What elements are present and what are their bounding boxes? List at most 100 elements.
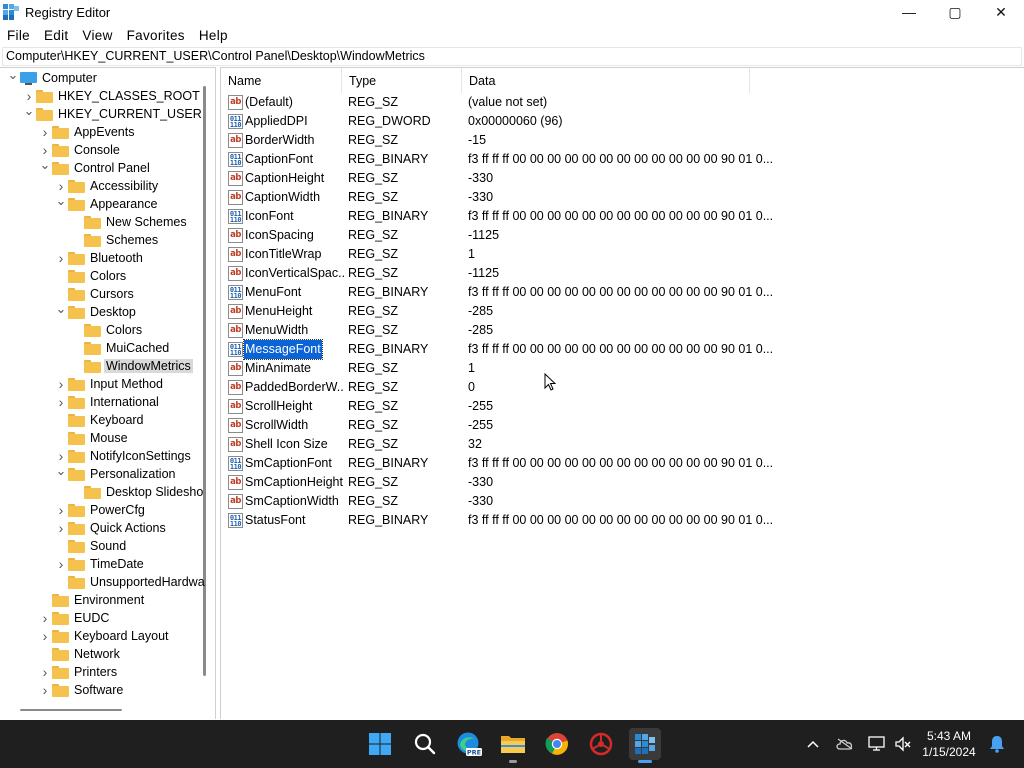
tree-item[interactable]: › HKEY_CLASSES_ROOT xyxy=(22,87,200,105)
value-row[interactable]: 011 110 StatusFont REG_BINARY f3 ff ff ff 00… xyxy=(221,511,1024,530)
chevron-right-icon[interactable]: › xyxy=(38,681,52,699)
value-row[interactable]: ab MinAnimate REG_SZ 1 xyxy=(221,359,1024,378)
value-row[interactable]: ab (Default) REG_SZ (value not set) xyxy=(221,93,1024,112)
value-row[interactable]: ab CaptionWidth REG_SZ -330 xyxy=(221,188,1024,207)
value-row[interactable]: ab CaptionHeight REG_SZ -330 xyxy=(221,169,1024,188)
chevron-down-icon[interactable]: ⌄ xyxy=(22,102,36,120)
value-row[interactable]: ab IconVerticalSpac... REG_SZ -1125 xyxy=(221,264,1024,283)
tree-item[interactable]: Network xyxy=(38,645,120,663)
value-row[interactable]: ab MenuHeight REG_SZ -285 xyxy=(221,302,1024,321)
chevron-right-icon[interactable]: › xyxy=(38,627,52,645)
value-row[interactable]: 011 110 SmCaptionFont REG_BINARY f3 ff ff ff… xyxy=(221,454,1024,473)
tree-item[interactable]: Colors xyxy=(70,321,142,339)
value-row[interactable]: 011 110 AppliedDPI REG_DWORD 0x00000060 (96) xyxy=(221,112,1024,131)
tree-item[interactable]: › Software xyxy=(38,681,124,699)
value-row[interactable]: ab ScrollWidth REG_SZ -255 xyxy=(221,416,1024,435)
close-button[interactable]: ✕ xyxy=(978,0,1024,24)
tree-item[interactable]: ⌄ Personalization xyxy=(54,462,176,483)
tree-horizontal-scrollbar[interactable] xyxy=(20,709,122,711)
column-header-name[interactable]: Name xyxy=(221,68,342,93)
edge-pre-icon[interactable]: PRE xyxy=(453,728,485,760)
tree-item[interactable]: Colors xyxy=(54,267,126,285)
tree-item[interactable]: Keyboard xyxy=(54,411,144,429)
chevron-down-icon[interactable]: ⌄ xyxy=(38,156,52,174)
tree-item[interactable]: › EUDC xyxy=(38,609,110,627)
address-bar[interactable]: Computer\HKEY_CURRENT_USER\Control Panel… xyxy=(2,47,1022,66)
chevron-down-icon[interactable]: ⌄ xyxy=(54,300,68,318)
chevron-right-icon[interactable]: › xyxy=(54,519,68,537)
chevron-down-icon[interactable]: ⌄ xyxy=(54,192,68,210)
tree-item[interactable]: ⌄ Control Panel xyxy=(38,156,150,177)
notification-bell-icon[interactable] xyxy=(986,720,1008,768)
chevron-right-icon[interactable]: › xyxy=(54,555,68,573)
tree-item[interactable]: Sound xyxy=(54,537,126,555)
tree-item[interactable]: › Accessibility xyxy=(54,177,158,195)
tree-item[interactable]: ⌄ Desktop xyxy=(54,300,136,321)
column-header-data[interactable]: Data xyxy=(462,68,750,93)
tree-item[interactable]: › TimeDate xyxy=(54,555,144,573)
tree-item[interactable]: UnsupportedHardwa xyxy=(54,573,205,591)
tree-item[interactable]: › Keyboard Layout xyxy=(38,627,169,645)
file-explorer-icon[interactable] xyxy=(497,728,529,763)
chevron-right-icon[interactable]: › xyxy=(54,501,68,519)
chevron-right-icon[interactable]: › xyxy=(38,609,52,627)
value-row[interactable]: 011 110 IconFont REG_BINARY f3 ff ff ff 00 0… xyxy=(221,207,1024,226)
chevron-right-icon[interactable]: › xyxy=(54,393,68,411)
tree-item[interactable]: › International xyxy=(54,393,159,411)
chrome-icon[interactable] xyxy=(541,728,573,760)
value-row[interactable]: 011 110 CaptionFont REG_BINARY f3 ff ff ff 0… xyxy=(221,150,1024,169)
value-row[interactable]: ab IconSpacing REG_SZ -1125 xyxy=(221,226,1024,245)
tree-item[interactable]: Desktop Slidesho xyxy=(70,483,203,501)
tree-item[interactable]: WindowMetrics xyxy=(70,357,193,375)
value-row[interactable]: ab PaddedBorderW... REG_SZ 0 xyxy=(221,378,1024,397)
menu-file[interactable]: File xyxy=(0,28,37,43)
value-row[interactable]: 011 110 MenuFont REG_BINARY f3 ff ff ff 00 0… xyxy=(221,283,1024,302)
tree-item[interactable]: ⌄ Computer xyxy=(6,68,97,87)
menu-edit[interactable]: Edit xyxy=(37,28,75,43)
menu-favorites[interactable]: Favorites xyxy=(120,28,192,43)
search-icon[interactable] xyxy=(409,728,441,760)
cloud-icon[interactable] xyxy=(834,720,856,768)
minimize-button[interactable]: — xyxy=(886,0,932,24)
value-row[interactable]: ab IconTitleWrap REG_SZ 1 xyxy=(221,245,1024,264)
registry-editor-taskbar-icon[interactable] xyxy=(629,728,661,763)
tree-item[interactable]: › Input Method xyxy=(54,375,163,393)
maximize-button[interactable]: ▢ xyxy=(932,0,978,24)
tree-item[interactable]: › Quick Actions xyxy=(54,519,166,537)
value-row[interactable]: 011 110 MessageFont REG_BINARY f3 ff ff ff 0… xyxy=(221,339,1024,360)
tree-item[interactable]: Mouse xyxy=(54,429,128,447)
tree-item[interactable]: ⌄ Appearance xyxy=(54,192,158,213)
tree-item[interactable]: › AppEvents xyxy=(38,123,135,141)
davinci-resolve-icon[interactable] xyxy=(585,728,617,760)
chevron-down-icon[interactable]: ⌄ xyxy=(54,462,68,480)
value-row[interactable]: ab Shell Icon Size REG_SZ 32 xyxy=(221,435,1024,454)
tree-item[interactable]: › Bluetooth xyxy=(54,249,143,267)
column-header-type[interactable]: Type xyxy=(342,68,462,93)
tree-item[interactable]: Environment xyxy=(38,591,144,609)
tree-item[interactable]: New Schemes xyxy=(70,213,187,231)
chevron-right-icon[interactable]: › xyxy=(54,249,68,267)
menu-help[interactable]: Help xyxy=(192,28,235,43)
chevron-right-icon[interactable]: › xyxy=(54,375,68,393)
chevron-up-icon[interactable] xyxy=(802,720,824,768)
value-row[interactable]: ab MenuWidth REG_SZ -285 xyxy=(221,321,1024,340)
taskbar-clock[interactable]: 5:43 AM 1/15/2024 xyxy=(914,728,984,760)
menu-view[interactable]: View xyxy=(75,28,119,43)
tree-item[interactable]: ⌄ HKEY_CURRENT_USER xyxy=(22,102,202,123)
value-row[interactable]: ab SmCaptionHeight REG_SZ -330 xyxy=(221,473,1024,492)
volume-muted-icon[interactable] xyxy=(892,720,914,768)
start-icon[interactable] xyxy=(364,728,396,760)
tree-item[interactable]: MuiCached xyxy=(70,339,169,357)
value-row[interactable]: ab BorderWidth REG_SZ -15 xyxy=(221,131,1024,150)
tree-item[interactable]: Schemes xyxy=(70,231,158,249)
value-row[interactable]: ab SmCaptionWidth REG_SZ -330 xyxy=(221,492,1024,511)
string-value-icon: ab xyxy=(228,304,243,319)
value-row[interactable]: ab ScrollHeight REG_SZ -255 xyxy=(221,397,1024,416)
chevron-down-icon[interactable]: ⌄ xyxy=(6,68,20,84)
chevron-right-icon[interactable]: › xyxy=(38,123,52,141)
tree-item[interactable]: › PowerCfg xyxy=(54,501,145,519)
tree-item[interactable]: › Printers xyxy=(38,663,117,681)
tree-item[interactable]: › NotifyIconSettings xyxy=(54,447,191,465)
network-icon[interactable] xyxy=(866,720,888,768)
chevron-right-icon[interactable]: › xyxy=(38,663,52,681)
